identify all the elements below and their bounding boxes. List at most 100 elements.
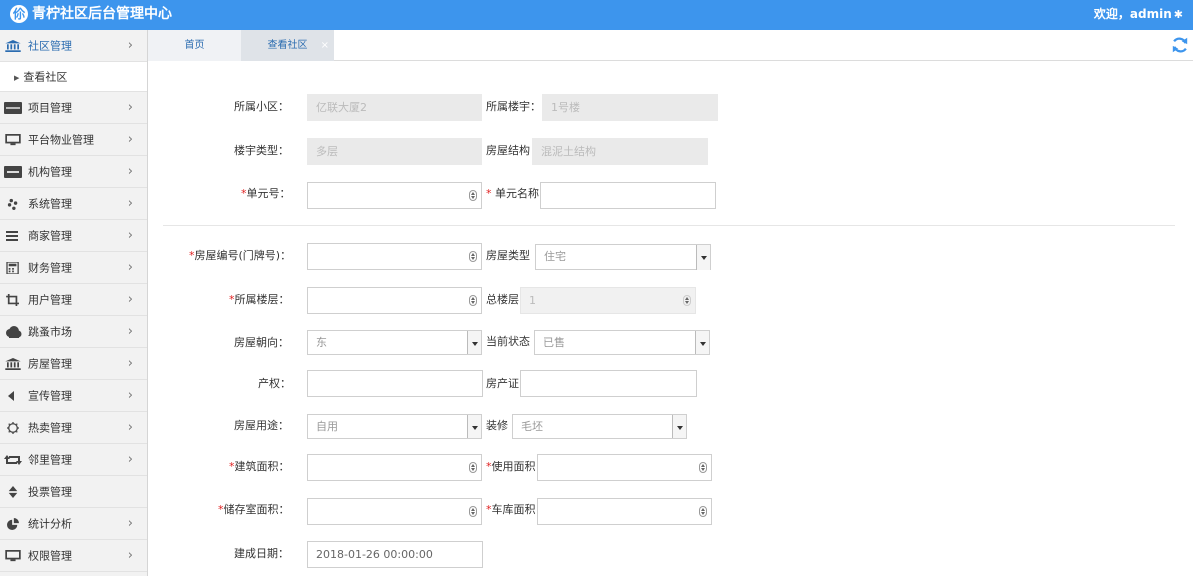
sidebar-item-label: 机构管理 [28, 165, 72, 179]
stepper-icon[interactable] [699, 462, 707, 473]
sidebar-item-label: 统计分析 [28, 517, 72, 531]
discover-card-icon [4, 101, 22, 114]
crop-icon [6, 293, 19, 306]
orientation-label: 房屋朝向： [234, 336, 289, 349]
chevron-down-icon[interactable] [467, 331, 481, 354]
sidebar-item-house[interactable]: 房屋管理 › [0, 348, 147, 380]
refresh-icon[interactable] [1171, 36, 1189, 54]
sun-icon [7, 421, 19, 434]
sidebar-item-label: 财务管理 [28, 261, 72, 275]
stepper-icon[interactable] [469, 295, 477, 306]
sidebar-item-organization[interactable]: 机构管理 › [0, 156, 147, 188]
sidebar-item-project[interactable]: 项目管理 › [0, 92, 147, 124]
house-type-select[interactable]: 住宅 [535, 244, 711, 270]
garage-area-input[interactable] [537, 498, 712, 525]
sidebar-item-hot-sale[interactable]: 热卖管理 › [0, 412, 147, 444]
chevron-down-icon[interactable] [695, 331, 709, 354]
building-field: 1号楼 [542, 94, 718, 121]
use-area-input[interactable] [537, 454, 712, 481]
chevron-right-icon: › [127, 452, 133, 467]
tab-home[interactable]: 首页 [148, 30, 241, 61]
community-field: 亿联大厦2 [307, 94, 482, 121]
house-no-label: *房屋编号(门牌号)： [189, 248, 291, 264]
sidebar-item-community[interactable]: 社区管理 › [0, 30, 147, 62]
floor-input[interactable] [307, 287, 482, 314]
unit-name-input[interactable] [540, 182, 716, 209]
sidebar-item-merchant[interactable]: 商家管理 › [0, 220, 147, 252]
sidebar-item-property[interactable]: 平台物业管理 › [0, 124, 147, 156]
usage-select[interactable]: 自用 [307, 414, 482, 439]
unit-name-label: * 单元名称 [486, 186, 539, 202]
sidebar-item-finance[interactable]: 财务管理 › [0, 252, 147, 284]
sidebar-item-label: 社区管理 [28, 39, 72, 53]
bank-icon [5, 39, 21, 52]
house-type-label: 房屋类型 [486, 249, 530, 262]
sidebar-item-neighbor[interactable]: 邻里管理 › [0, 444, 147, 476]
total-floors-field: 1 [520, 287, 696, 314]
sidebar-item-promotion[interactable]: 宣传管理 › [0, 380, 147, 412]
sidebar-item-vote[interactable]: 投票管理 [0, 476, 147, 508]
sidebar-item-statistics[interactable]: 统计分析 › [0, 508, 147, 540]
status-select[interactable]: 已售 [534, 330, 710, 355]
sidebar-item-label: 跳蚤市场 [28, 325, 72, 339]
building-type-field: 多层 [307, 138, 482, 165]
chevron-right-icon: › [127, 420, 133, 435]
sidebar-subitem-label: 查看社区 [23, 70, 68, 84]
orientation-select[interactable]: 东 [307, 330, 482, 355]
sidebar-item-market[interactable]: 跳蚤市场 › [0, 316, 147, 348]
chevron-down-icon[interactable] [696, 245, 710, 270]
building-type-label: 楼宇类型： [234, 144, 289, 157]
caret-right-icon: ▶ [14, 73, 20, 82]
build-area-label-text: 建筑面积： [234, 460, 290, 473]
chevron-right-icon: › [127, 38, 133, 53]
user-menu[interactable]: 欢迎，admin ✱ [1094, 6, 1183, 23]
stepper-icon[interactable] [469, 251, 477, 262]
gear-icon[interactable]: ✱ [1174, 7, 1183, 23]
build-area-input[interactable] [307, 454, 482, 481]
community-label: 所属小区： [234, 100, 289, 113]
sort-icon [8, 485, 18, 498]
floor-label: *所属楼层： [229, 292, 290, 308]
chevron-right-icon: › [127, 388, 133, 403]
chevron-right-icon: › [127, 196, 133, 211]
sidebar-subitem-view-community[interactable]: ▶ 查看社区 [0, 62, 147, 92]
unit-no-input[interactable] [307, 182, 482, 209]
yelp-icon [7, 198, 18, 210]
certificate-input[interactable] [520, 370, 697, 397]
sidebar-item-user[interactable]: 用户管理 › [0, 284, 147, 316]
sidebar-item-label: 商家管理 [28, 229, 72, 243]
stepper-icon[interactable] [469, 462, 477, 473]
sidebar-item-label: 权限管理 [28, 549, 72, 563]
chevron-down-icon[interactable] [467, 415, 481, 438]
close-icon[interactable]: × [321, 30, 329, 61]
sidebar-item-permission[interactable]: 权限管理 › [0, 540, 147, 572]
chevron-right-icon: › [127, 292, 133, 307]
sidebar-item-label: 平台物业管理 [28, 133, 94, 147]
storage-area-input[interactable] [307, 498, 482, 525]
garage-area-label-text: 车库面积 [491, 503, 536, 516]
tab-view-community[interactable]: 查看社区 × [241, 30, 334, 61]
stepper-icon[interactable] [469, 190, 477, 201]
status-value: 已售 [543, 336, 565, 349]
house-no-input[interactable] [307, 243, 482, 270]
build-area-label: *建筑面积： [229, 459, 290, 475]
chevron-right-icon: › [127, 548, 133, 563]
decoration-select[interactable]: 毛坯 [512, 414, 687, 439]
unit-no-label-text: 单元号： [246, 187, 291, 200]
decoration-label: 装修 [486, 419, 508, 432]
stepper-icon [683, 295, 691, 306]
storage-area-label-text: 储存室面积： [223, 503, 290, 516]
stepper-icon[interactable] [469, 506, 477, 517]
build-date-input[interactable]: 2018-01-26 00:00:00 [307, 541, 483, 568]
monitor-icon [5, 133, 21, 145]
property-right-input[interactable] [307, 370, 483, 397]
total-floors-label: 总楼层 [486, 293, 519, 306]
stepper-icon[interactable] [699, 506, 707, 517]
house-no-label-text: 房屋编号(门牌号)： [194, 249, 292, 262]
chevron-right-icon: › [127, 260, 133, 275]
volume-icon [8, 390, 14, 401]
chevron-down-icon[interactable] [672, 415, 686, 438]
unit-no-label: *单元号： [241, 186, 291, 202]
sidebar-item-system[interactable]: 系统管理 › [0, 188, 147, 220]
chevron-right-icon: › [127, 324, 133, 339]
